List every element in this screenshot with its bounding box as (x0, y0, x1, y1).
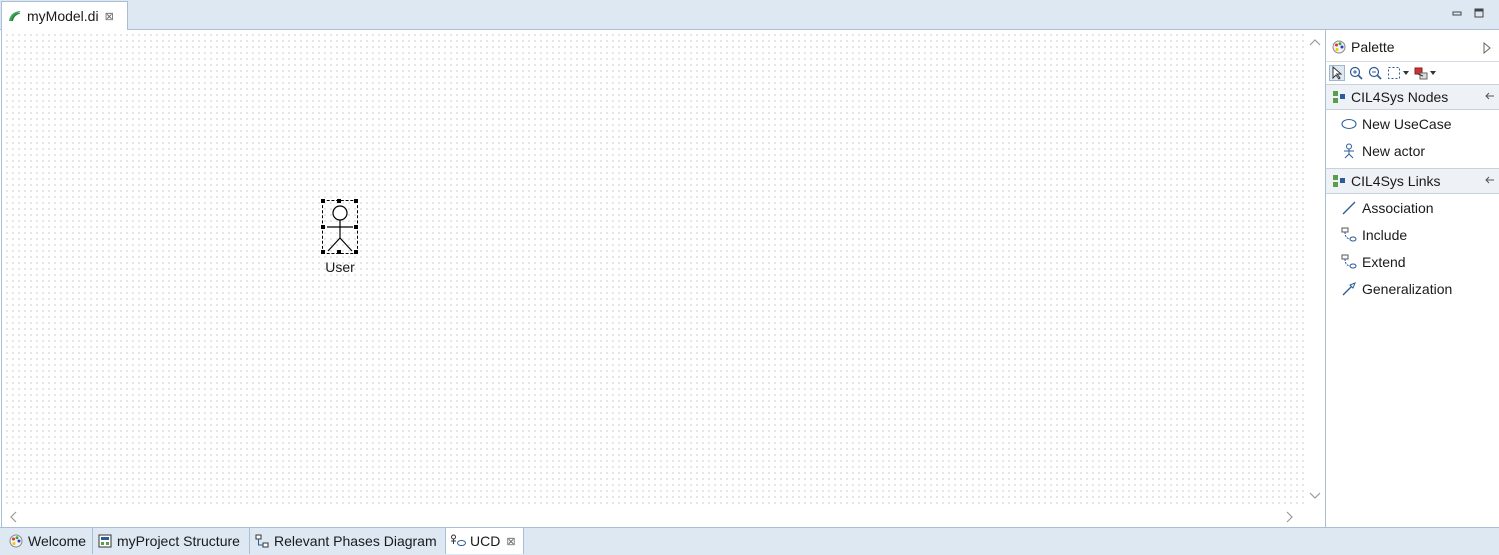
tab-relevant-phases-diagram[interactable]: Relevant Phases Diagram (250, 528, 446, 554)
palette-item-generalization[interactable]: Generalization (1341, 276, 1452, 302)
drawer-title: CIL4Sys Nodes (1351, 89, 1449, 105)
tab-label: Welcome (28, 533, 87, 549)
drawer-icon (1331, 89, 1347, 105)
tab-label: UCD (470, 533, 501, 549)
usecase-diagram-icon (450, 533, 466, 549)
dropdown-arrow-icon[interactable] (1429, 65, 1437, 81)
horizontal-scrollbar[interactable] (2, 508, 1304, 527)
close-icon[interactable]: ⊠ (506, 535, 515, 548)
editor-tab-title: myModel.di (27, 8, 99, 24)
actor-label[interactable]: User (320, 259, 360, 275)
palette-collapse-icon[interactable] (1483, 41, 1491, 57)
tab-label: Relevant Phases Diagram (274, 533, 437, 549)
palette-title: Palette (1351, 39, 1395, 55)
palette-item-include[interactable]: Include (1341, 222, 1407, 248)
close-icon[interactable]: ⊠ (105, 10, 114, 23)
scroll-left-icon[interactable] (9, 511, 17, 525)
zoom-out-icon[interactable] (1367, 65, 1383, 81)
drawer-cil4sys-links[interactable]: CIL4Sys Links (1326, 168, 1499, 194)
scroll-up-icon[interactable] (1309, 36, 1321, 48)
palette-item-label: Include (1362, 227, 1408, 243)
tab-ucd[interactable]: UCD ⊠ (446, 528, 524, 554)
usecase-ellipse-icon (1341, 116, 1357, 132)
actor-icon (1341, 143, 1357, 159)
drawer-icon (1331, 173, 1347, 189)
select-tool-icon[interactable] (1329, 65, 1345, 81)
scroll-down-icon[interactable] (1309, 490, 1321, 502)
palette-item-label: New actor (1362, 143, 1426, 159)
palette-item-extend[interactable]: Extend (1341, 249, 1406, 275)
zoom-in-icon[interactable] (1348, 65, 1364, 81)
tab-welcome[interactable]: Welcome (4, 528, 93, 554)
phases-diagram-icon (254, 533, 270, 549)
bottom-tab-bar: Welcome myProject Structure Relevant Pha… (0, 527, 1499, 555)
tab-myproject-structure[interactable]: myProject Structure (93, 528, 250, 554)
palette-toolbar (1326, 61, 1499, 85)
generalization-arrow-icon (1341, 281, 1357, 297)
palette-panel: Palette CIL4Sys Nodes New UseCase New ac… (1325, 30, 1499, 527)
palette-item-label: Generalization (1362, 281, 1453, 297)
palette-item-label: Extend (1362, 254, 1406, 270)
palette-item-label: New UseCase (1362, 116, 1452, 132)
palette-item-new-usecase[interactable]: New UseCase (1341, 111, 1451, 137)
editor-tab-mymodel[interactable]: myModel.di ⊠ (1, 1, 128, 30)
palette-item-association[interactable]: Association (1341, 195, 1434, 221)
editor-tab-bar: myModel.di ⊠ (0, 0, 1499, 30)
scroll-right-icon[interactable] (1286, 511, 1294, 525)
drawer-cil4sys-nodes[interactable]: CIL4Sys Nodes (1326, 84, 1499, 110)
palette-icon (1331, 39, 1347, 55)
structure-diagram-icon (97, 533, 113, 549)
vertical-scrollbar[interactable] (1304, 30, 1326, 527)
minimize-icon[interactable] (1451, 6, 1463, 18)
palette-item-label: Association (1362, 200, 1434, 216)
pin-icon[interactable] (1485, 92, 1495, 103)
dropdown-arrow-icon[interactable] (1402, 65, 1410, 81)
palette-item-new-actor[interactable]: New actor (1341, 138, 1425, 164)
actor-stick-figure-icon (327, 205, 353, 252)
actor-node[interactable] (321, 199, 358, 254)
association-line-icon (1341, 200, 1357, 216)
tab-label: myProject Structure (117, 533, 240, 549)
drawer-title: CIL4Sys Links (1351, 173, 1441, 189)
pin-icon[interactable] (1485, 176, 1495, 187)
marquee-select-icon[interactable] (1386, 65, 1402, 81)
diagram-editor: User (1, 30, 1326, 527)
extend-link-icon (1341, 254, 1357, 270)
papyrus-model-icon (7, 8, 23, 24)
maximize-icon[interactable] (1473, 6, 1485, 18)
diagram-canvas[interactable]: User (2, 30, 1304, 508)
palette-header[interactable]: Palette (1326, 35, 1499, 59)
include-link-icon (1341, 227, 1357, 243)
connection-tool-icon[interactable] (1413, 65, 1429, 81)
welcome-icon (8, 533, 24, 549)
